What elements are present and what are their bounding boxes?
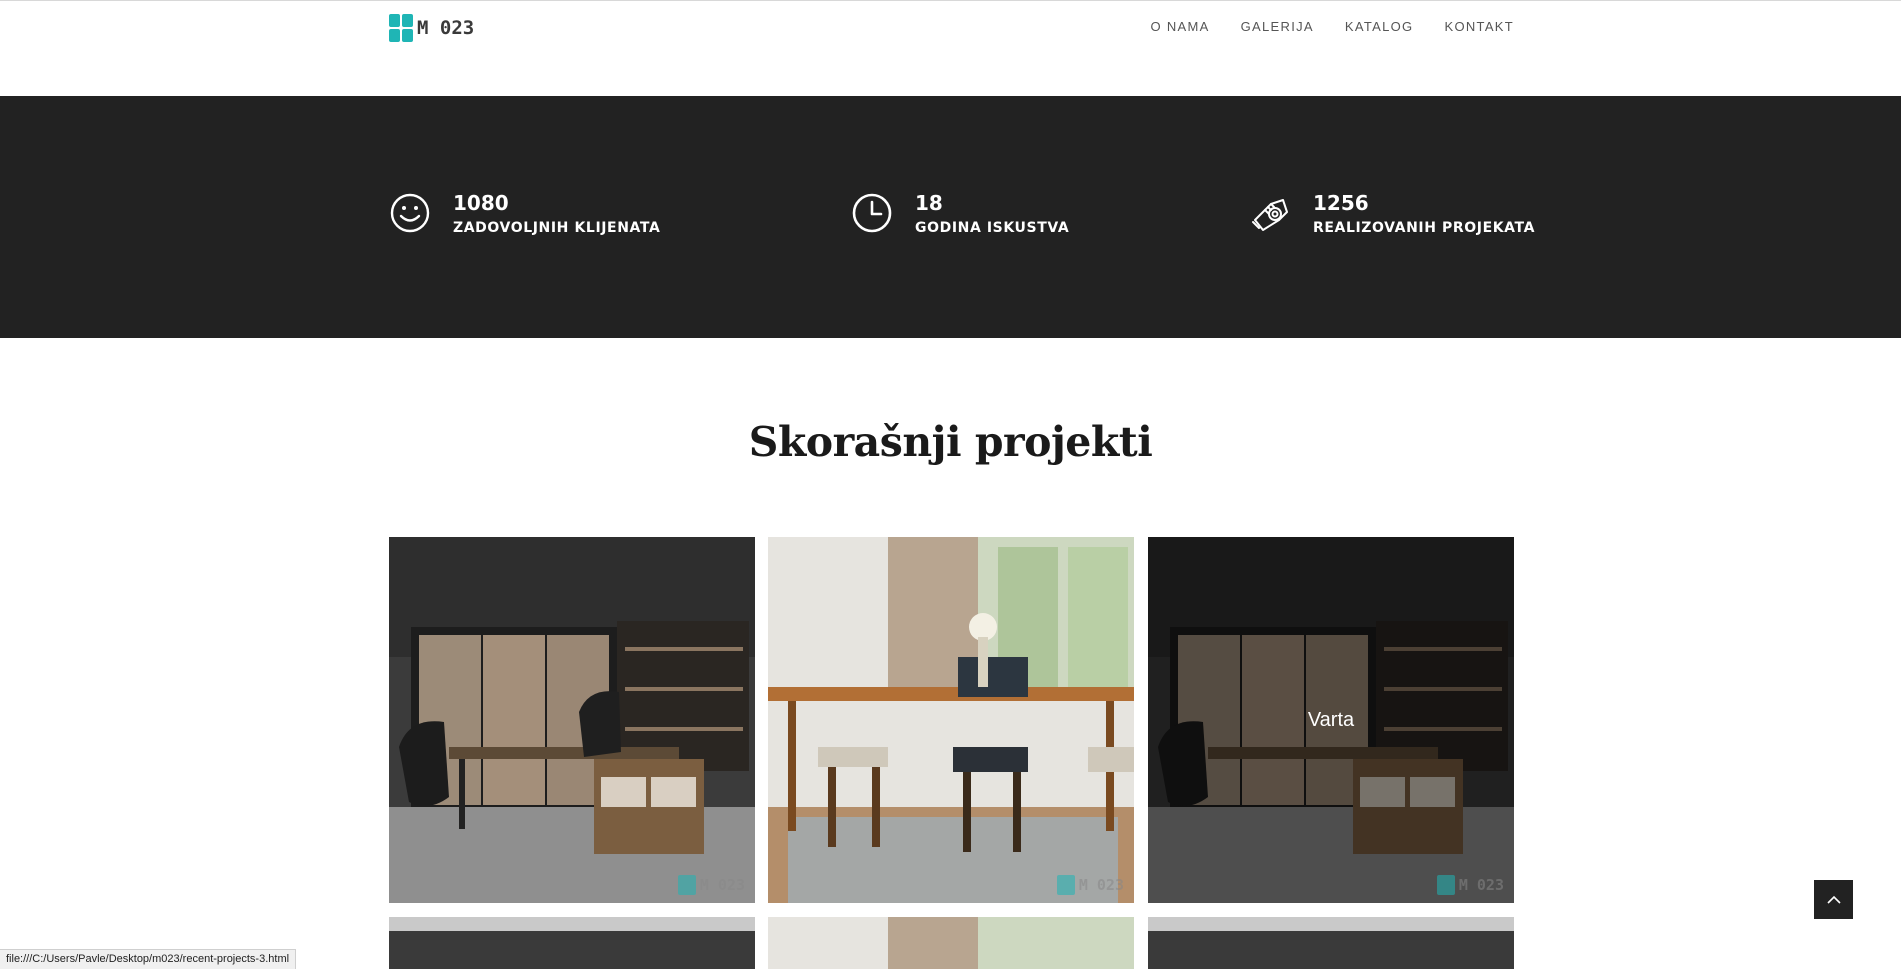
project-tile[interactable] [389,917,755,969]
stat-label: ZADOVOLJNIH KLIJENATA [453,220,661,236]
watermark: M 023 [1056,875,1124,895]
project-tile-varta[interactable]: Varta M 023 [1148,537,1514,903]
stat-label: REALIZOVANIH PROJEKATA [1313,220,1536,236]
nav-link-kontakt[interactable]: KONTAKT [1444,19,1514,34]
nav-link-galerija[interactable]: GALERIJA [1241,19,1314,34]
browser-status-bar: file:///C:/Users/Pavle/Desktop/m023/rece… [0,949,297,969]
main-nav: O NAMA GALERIJA KATALOG KONTAKT [1151,19,1514,34]
stat-projects: 1256 REALIZOVANIH PROJEKATA [1249,191,1535,236]
dining-photo [768,917,1134,969]
stat-value: 1080 [453,191,509,215]
measuring-tape-icon [1252,199,1288,231]
project-tile[interactable] [768,917,1134,969]
stat-value: 18 [915,191,943,215]
project-tile[interactable]: M 023 [389,537,755,903]
smiley-icon [390,193,430,233]
watermark: M 023 [1436,875,1504,895]
clock-icon [852,193,892,233]
chevron-up-icon [1826,895,1841,904]
office-photo [389,537,755,903]
tile-hover-overlay: Varta [1148,537,1514,903]
logo-text: M 023 [417,17,475,39]
logo-mark-icon [389,14,413,42]
recent-projects-title: Skorašnji projekti [748,418,1153,466]
stat-value: 1256 [1313,191,1369,215]
back-to-top-button[interactable] [1814,880,1853,919]
site-logo[interactable]: M 023 [389,14,474,42]
nav-link-o-nama[interactable]: O NAMA [1151,19,1210,34]
stat-label: GODINA ISKUSTVA [915,220,1070,236]
office-photo [1148,917,1514,969]
site-header: M 023 O NAMA GALERIJA KATALOG KONTAKT [0,0,1901,96]
dining-photo [768,537,1134,903]
project-tile[interactable]: M 023 [768,537,1134,903]
watermark: M 023 [677,875,745,895]
stat-clients: 1080 ZADOVOLJNIH KLIJENATA [389,191,660,236]
stat-experience: 18 GODINA ISKUSTVA [851,191,1069,236]
stats-section: 1080 ZADOVOLJNIH KLIJENATA 18 GODINA ISK… [0,96,1901,338]
project-caption: Varta [1307,708,1355,731]
project-tile[interactable] [1148,917,1514,969]
office-photo [389,917,755,969]
nav-link-katalog[interactable]: KATALOG [1345,19,1414,34]
